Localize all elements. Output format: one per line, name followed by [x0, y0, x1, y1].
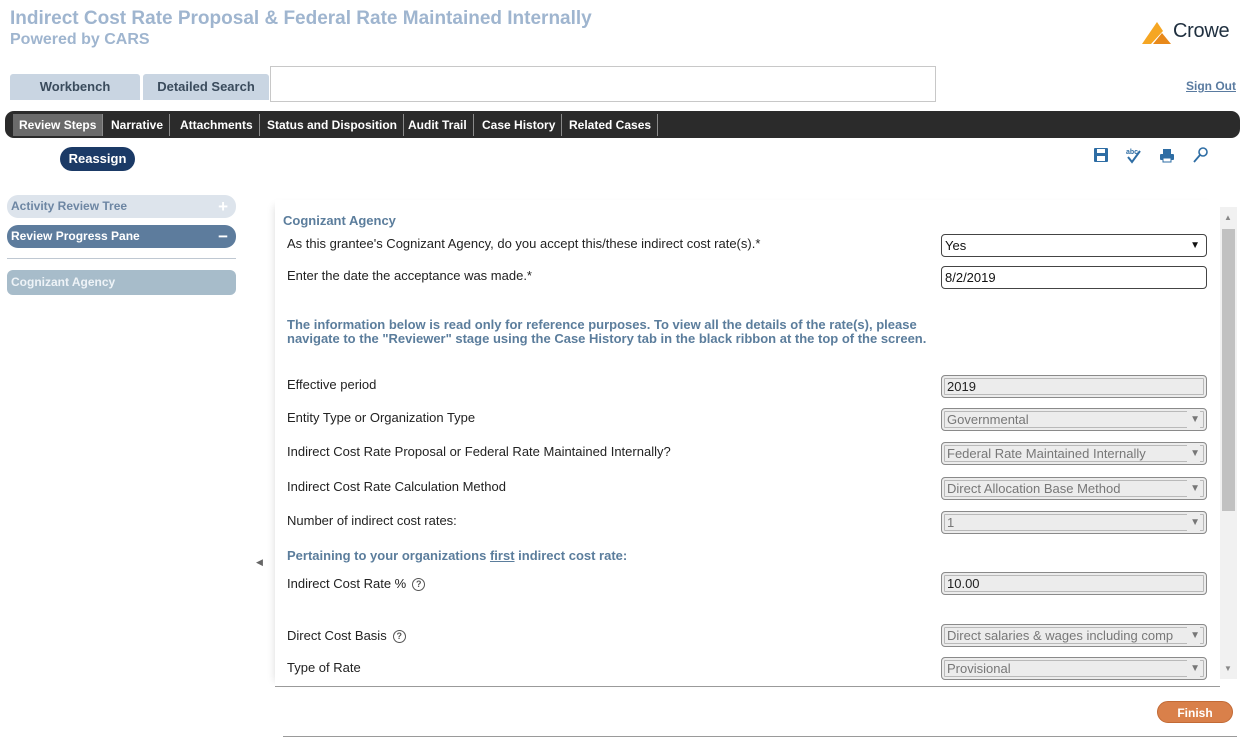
crowe-logo: Crowe — [1140, 19, 1245, 45]
chevron-down-icon: ▼ — [1187, 512, 1200, 533]
section-title: Cognizant Agency — [283, 213, 396, 228]
entity-type-label: Entity Type or Organization Type — [287, 410, 476, 425]
accept-question-label: As this grantee's Cognizant Agency, do y… — [287, 236, 761, 251]
ribbon-tab-case-history[interactable]: Case History — [476, 114, 563, 136]
effective-period-value: 2019 — [947, 379, 976, 394]
chevron-down-icon: ▼ — [1187, 478, 1200, 499]
zoom-icon[interactable] — [1192, 146, 1210, 164]
date-question-label: Enter the date the acceptance was made.* — [287, 268, 532, 283]
pertaining-suffix: indirect cost rate: — [514, 548, 628, 563]
ribbon-tab-related-cases[interactable]: Related Cases — [563, 114, 659, 136]
ribbon-tab-status-disposition[interactable]: Status and Disposition — [261, 114, 405, 136]
rate-pct-value: 10.00 — [947, 576, 980, 591]
rate-pct-field: 10.00 — [941, 572, 1207, 595]
activity-review-tree-label: Activity Review Tree — [11, 199, 128, 213]
pane-divider — [7, 258, 236, 259]
finish-button[interactable]: Finish — [1157, 701, 1233, 723]
cost-basis-select: Direct salaries & wages including comp ▼ — [941, 624, 1207, 647]
rate-type-select: Provisional ▼ — [941, 657, 1207, 680]
read-only-info-note: The information below is read only for r… — [287, 317, 927, 346]
rate-pct-label: Indirect Cost Rate % — [287, 576, 407, 591]
scrollbar-thumb[interactable] — [1222, 229, 1235, 511]
bottom-divider — [283, 736, 1237, 737]
accept-select-value: Yes — [945, 238, 967, 253]
chevron-down-icon: ▼ — [1187, 625, 1200, 646]
chevron-down-icon: ▼ — [1190, 240, 1200, 251]
num-rates-select: 1 ▼ — [941, 511, 1207, 534]
chevron-down-icon: ▼ — [1187, 658, 1200, 679]
accept-select[interactable]: Yes ▼ — [941, 234, 1207, 257]
ribbon-tab-attachments[interactable]: Attachments — [174, 114, 260, 136]
scroll-down-icon[interactable]: ▼ — [1224, 664, 1232, 673]
num-rates-label: Number of indirect cost rates: — [287, 513, 457, 528]
activity-review-tree-toggle[interactable]: Activity Review Tree + — [7, 195, 236, 218]
app-title: Indirect Cost Rate Proposal & Federal Ra… — [10, 8, 592, 29]
acceptance-date-value: 8/2/2019 — [945, 270, 996, 285]
entity-type-value: Governmental — [947, 412, 1029, 427]
pertaining-emphasis: first — [489, 548, 515, 563]
effective-period-field: 2019 — [941, 375, 1207, 398]
review-progress-pane-label: Review Progress Pane — [11, 229, 140, 243]
progress-node-cognizant-agency[interactable]: Cognizant Agency — [7, 270, 236, 295]
collapse-left-pane-icon[interactable]: ◀ — [256, 557, 263, 568]
rate-type-label: Type of Rate — [287, 660, 361, 675]
tab-workbench[interactable]: Workbench — [10, 74, 140, 100]
tab-detailed-search[interactable]: Detailed Search — [143, 74, 269, 100]
cost-basis-value: Direct salaries & wages including comp — [947, 628, 1174, 643]
form-scrollbar[interactable]: ▲ ▼ — [1220, 207, 1237, 679]
save-icon[interactable] — [1092, 146, 1110, 164]
scroll-up-icon[interactable]: ▲ — [1224, 213, 1232, 222]
calc-method-select: Direct Allocation Base Method ▼ — [941, 477, 1207, 500]
proposal-type-label: Indirect Cost Rate Proposal or Federal R… — [287, 444, 671, 459]
rate-type-value: Provisional — [947, 661, 1011, 676]
chevron-down-icon: ▼ — [1187, 409, 1200, 430]
chevron-down-icon: ▼ — [1187, 443, 1200, 464]
calc-method-value: Direct Allocation Base Method — [947, 481, 1121, 496]
search-input[interactable] — [270, 66, 936, 102]
effective-period-label: Effective period — [287, 377, 377, 392]
review-progress-pane-toggle[interactable]: Review Progress Pane − — [7, 225, 236, 248]
reassign-button[interactable]: Reassign — [60, 147, 135, 171]
calc-method-label: Indirect Cost Rate Calculation Method — [287, 479, 506, 494]
proposal-type-select: Federal Rate Maintained Internally ▼ — [941, 442, 1207, 465]
app-subtitle: Powered by CARS — [10, 31, 150, 48]
cost-basis-label: Direct Cost Basis — [287, 628, 387, 643]
ribbon-tab-review-steps[interactable]: Review Steps — [13, 114, 104, 136]
entity-type-select: Governmental ▼ — [941, 408, 1207, 431]
help-icon[interactable]: ? — [392, 630, 406, 643]
expand-icon[interactable]: + — [218, 195, 228, 218]
pertaining-prefix: Pertaining to your organizations — [287, 548, 490, 563]
proposal-type-value: Federal Rate Maintained Internally — [947, 446, 1146, 461]
crowe-logo-mark — [1142, 22, 1171, 44]
sign-out-link[interactable]: Sign Out — [1186, 79, 1236, 93]
ribbon-tab-narrative[interactable]: Narrative — [105, 114, 171, 136]
crowe-logo-text: Crowe — [1173, 20, 1230, 42]
spellcheck-icon[interactable]: abc — [1124, 146, 1142, 164]
rate-pct-label-row: Indirect Cost Rate %? — [287, 576, 426, 591]
help-icon[interactable]: ? — [412, 578, 426, 591]
collapse-icon[interactable]: − — [218, 225, 228, 248]
cost-basis-label-row: Direct Cost Basis? — [287, 628, 406, 643]
acceptance-date-input[interactable]: 8/2/2019 — [941, 266, 1207, 289]
pertaining-heading: Pertaining to your organizations first i… — [287, 548, 627, 563]
print-icon[interactable] — [1158, 146, 1176, 164]
num-rates-value: 1 — [947, 515, 955, 530]
ribbon-tab-audit-trail[interactable]: Audit Trail — [402, 114, 474, 136]
